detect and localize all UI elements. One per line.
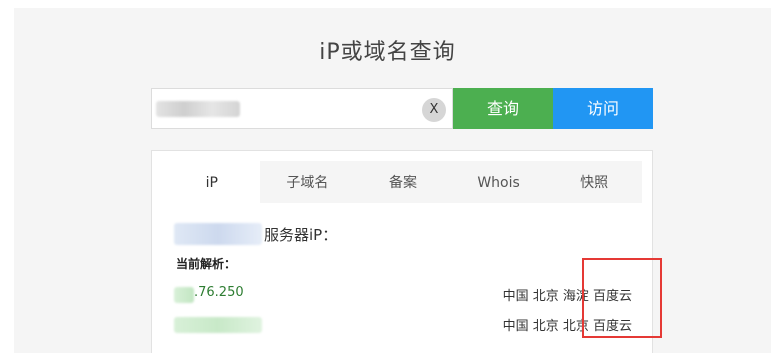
query-button[interactable]: 查询	[453, 88, 553, 129]
clear-icon[interactable]: X	[422, 98, 446, 122]
resolution-row: 中国 北京 北京 百度云	[172, 313, 642, 335]
tab-subdomain[interactable]: 子域名	[260, 161, 356, 203]
server-ip-label: 服务器iP：	[264, 226, 338, 244]
page-title: iP或域名查询	[319, 40, 456, 65]
resolution-ip: .76.250	[194, 285, 244, 300]
redacted-query-text	[156, 101, 240, 117]
tab-snapshot[interactable]: 快照	[546, 161, 642, 203]
search-input-wrapper: X	[151, 88, 453, 129]
highlight-annotation	[582, 258, 662, 338]
result-tabs: iP 子域名 备案 Whois 快照	[164, 161, 642, 203]
result-panel: iP 子域名 备案 Whois 快照 服务器iP： 当前解析： .76.250 …	[151, 150, 653, 353]
tab-ip[interactable]: iP	[164, 161, 260, 203]
search-bar: X 查询 访问	[151, 88, 653, 129]
redacted-ip	[174, 317, 262, 333]
current-resolution-label: 当前解析：	[176, 257, 237, 271]
tab-whois[interactable]: Whois	[451, 161, 547, 203]
visit-button[interactable]: 访问	[553, 88, 653, 129]
redacted-domain	[174, 223, 262, 245]
resolution-row: .76.250 中国 北京 海淀 百度云	[172, 283, 642, 305]
redacted-ip-prefix	[174, 287, 194, 303]
tab-icp[interactable]: 备案	[355, 161, 451, 203]
